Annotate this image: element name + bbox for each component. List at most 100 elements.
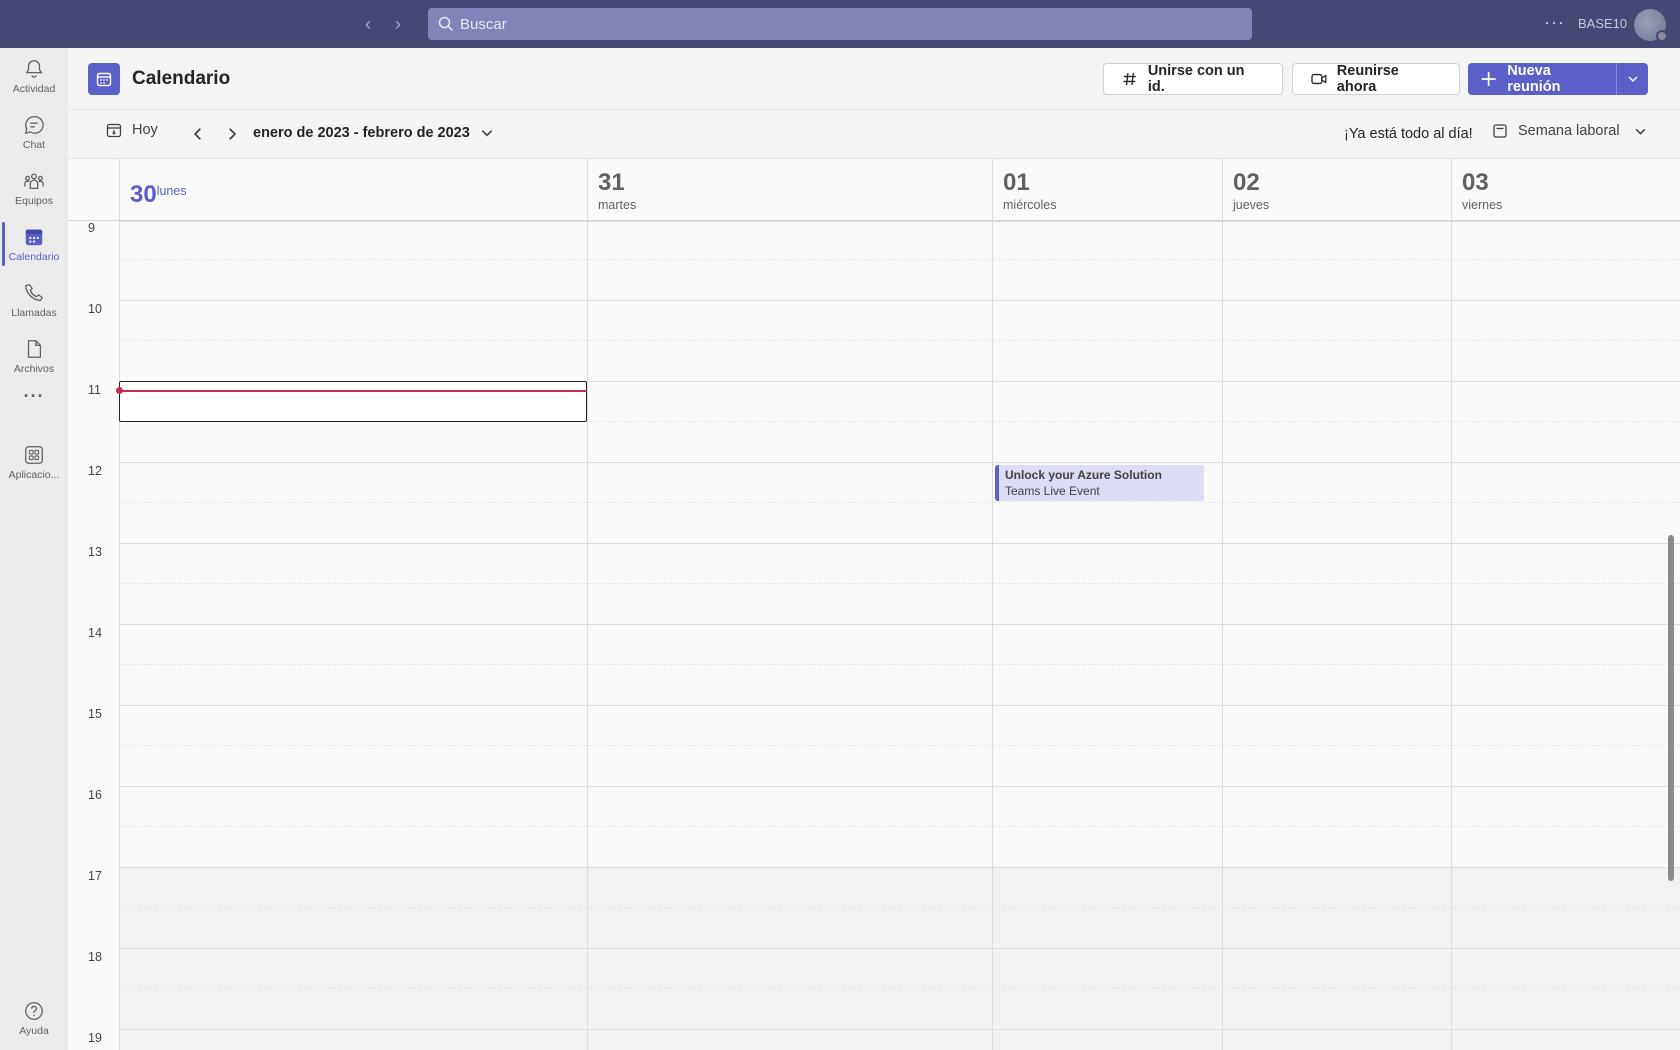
plus-icon	[1481, 71, 1496, 87]
hour-line	[119, 300, 1680, 301]
hour-label: 17	[88, 869, 102, 883]
rail-item-label: Archivos	[13, 362, 55, 375]
day-name: miércoles	[1003, 198, 1057, 212]
hour-line	[119, 624, 1680, 625]
date-range-picker[interactable]: enero de 2023 - febrero de 2023	[253, 125, 494, 141]
today-label: Hoy	[132, 122, 158, 138]
teams-icon	[24, 172, 44, 189]
current-time-indicator	[119, 390, 587, 392]
calendar-icon	[25, 229, 43, 245]
search-input[interactable]	[460, 15, 1240, 33]
rail-item-calls[interactable]: Llamadas	[0, 272, 68, 328]
presence-status-icon	[1656, 30, 1668, 42]
next-week-button[interactable]	[222, 122, 242, 146]
join-with-id-button[interactable]: Unirse con un id.	[1103, 63, 1283, 95]
chevron-down-icon	[481, 130, 493, 137]
join-with-id-label: Unirse con un id.	[1147, 63, 1245, 95]
day-column-divider	[1222, 221, 1223, 1050]
day-header-tuesday[interactable]: 31 martes	[587, 159, 992, 221]
hour-line	[119, 786, 1680, 787]
calendar-header: Calendario Unirse con un id. Reunirse ah…	[68, 48, 1680, 110]
phone-icon	[25, 283, 43, 301]
day-header-thursday[interactable]: 02 jueves	[1222, 159, 1451, 221]
chevron-right-icon	[229, 128, 237, 140]
day-column-divider	[1451, 221, 1452, 1050]
view-selector[interactable]: Semana laboral	[1492, 123, 1647, 139]
hour-label: 13	[88, 545, 102, 559]
top-bar: ‹ › ··· BASE10	[0, 0, 1680, 48]
rail-item-apps[interactable]: Aplicacio...	[0, 434, 68, 490]
hour-label: 9	[88, 221, 95, 235]
chevron-left-icon	[193, 128, 201, 140]
apps-icon	[25, 445, 43, 464]
back-arrow-icon[interactable]: ‹	[358, 12, 378, 36]
day-number: 31	[598, 169, 625, 196]
forward-arrow-icon[interactable]: ›	[388, 12, 408, 36]
half-hour-line	[119, 340, 1680, 341]
day-column-divider	[587, 221, 588, 1050]
day-number: 30	[130, 181, 157, 208]
chevron-down-icon	[1627, 76, 1638, 83]
rail-item-label: Equipos	[15, 194, 53, 207]
hour-label: 12	[88, 464, 102, 478]
day-column-divider	[119, 221, 120, 1050]
date-range-label: enero de 2023 - febrero de 2023	[253, 125, 470, 141]
meet-now-button[interactable]: Reunirse ahora	[1292, 63, 1460, 95]
rail-item-label: Llamadas	[11, 306, 57, 319]
hour-label: 16	[88, 788, 102, 802]
more-options-icon[interactable]: ···	[1544, 12, 1565, 33]
search-box[interactable]	[428, 8, 1252, 40]
rail-item-help[interactable]: Ayuda	[0, 990, 68, 1046]
day-header-friday[interactable]: 03 viernes	[1451, 159, 1680, 221]
day-name: jueves	[1233, 198, 1270, 212]
half-hour-line	[119, 826, 1680, 827]
hour-label: 15	[88, 707, 102, 721]
previous-week-button[interactable]	[188, 122, 208, 146]
half-hour-line	[119, 745, 1680, 746]
file-icon	[27, 339, 42, 358]
event-subtitle: Teams Live Event	[1005, 484, 1100, 498]
day-header-monday[interactable]: 30 lunes	[119, 159, 587, 221]
day-number: 02	[1233, 169, 1260, 196]
page-title: Calendario	[132, 68, 231, 89]
rail-item-calendar[interactable]: Calendario	[0, 216, 68, 272]
history-nav: ‹ ›	[358, 12, 408, 36]
rail-item-more[interactable]: ···	[0, 376, 68, 416]
half-hour-line	[119, 907, 1680, 908]
day-name: lunes	[156, 183, 187, 198]
hour-line	[119, 221, 1680, 222]
selected-time-slot[interactable]	[119, 381, 587, 422]
day-header-wednesday[interactable]: 01 miércoles	[992, 159, 1222, 221]
hour-line	[119, 948, 1680, 949]
hour-label: 19	[88, 1031, 102, 1045]
calendar-event[interactable]: Unlock your Azure Solution Teams Live Ev…	[995, 465, 1204, 501]
vertical-scrollbar[interactable]	[1668, 535, 1674, 881]
half-hour-line	[119, 502, 1680, 503]
video-camera-icon	[1311, 73, 1327, 85]
calendar-today-icon	[106, 123, 122, 138]
after-hours-shading	[119, 867, 1680, 1050]
bell-icon	[25, 59, 43, 78]
event-title: Unlock your Azure Solution	[1005, 468, 1162, 482]
current-time-dot	[116, 387, 123, 394]
hash-icon	[1123, 72, 1136, 86]
view-icon	[1493, 124, 1507, 138]
rail-item-activity[interactable]: Actividad	[0, 48, 68, 104]
hour-line	[119, 462, 1680, 463]
calendar-grid: 9 10 11 12 13 14 15 16 17 18 19 Unlock y…	[68, 158, 1680, 1050]
new-meeting-button[interactable]: Nueva reunión	[1468, 63, 1616, 95]
rail-item-teams[interactable]: Equipos	[0, 160, 68, 216]
status-text: ¡Ya está todo al día!	[1344, 126, 1473, 142]
hour-line	[119, 1029, 1680, 1030]
new-meeting-dropdown[interactable]	[1616, 63, 1648, 95]
half-hour-line	[119, 664, 1680, 665]
hour-label: 14	[88, 626, 102, 640]
half-hour-line	[119, 583, 1680, 584]
hour-line	[119, 543, 1680, 544]
hour-label: 10	[88, 302, 102, 316]
hour-line	[119, 867, 1680, 868]
rail-item-chat[interactable]: Chat	[0, 104, 68, 160]
more-icon: ···	[23, 385, 45, 406]
today-button[interactable]: Hoy	[106, 122, 158, 138]
rail-item-label: Chat	[22, 138, 46, 151]
